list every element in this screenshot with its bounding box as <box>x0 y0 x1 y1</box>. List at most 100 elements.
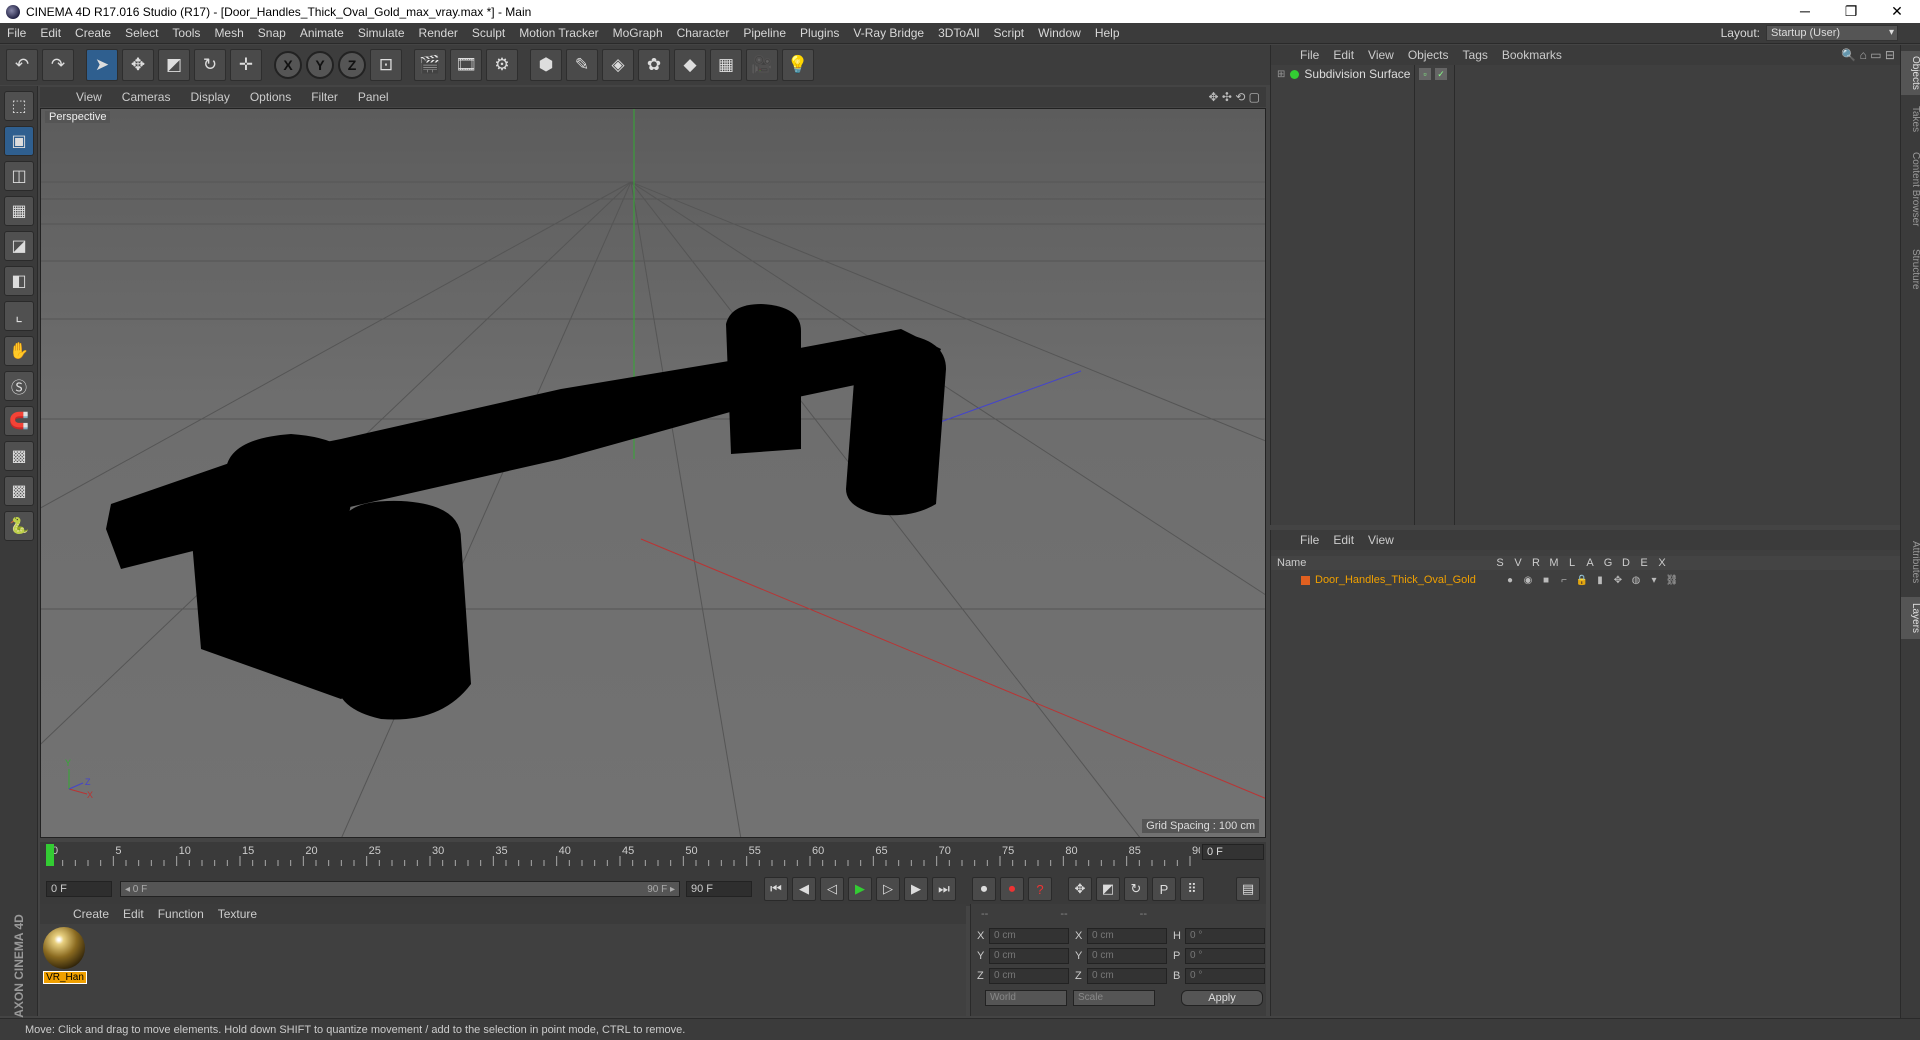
python-icon[interactable]: 🐍 <box>4 511 34 541</box>
locked-workplane-icon[interactable]: ▩ <box>4 441 34 471</box>
layer-deformers-icon[interactable]: ◍ <box>1627 575 1645 586</box>
viewport-camera-label[interactable]: Perspective <box>45 111 111 123</box>
menu-vray-bridge[interactable]: V-Ray Bridge <box>846 23 931 44</box>
menu-edit[interactable]: Edit <box>33 23 68 44</box>
viewport-menu-cameras[interactable]: Cameras <box>112 90 181 104</box>
material-menu-create[interactable]: Create <box>66 907 116 921</box>
rotation-b-field[interactable]: 0 ° <box>1185 968 1265 984</box>
size-x-field[interactable]: 0 cm <box>1087 928 1167 944</box>
last-tool-icon[interactable]: ✛ <box>230 49 262 81</box>
rotation-p-field[interactable]: 0 ° <box>1185 948 1265 964</box>
visibility-toggle-icon[interactable]: ▫ <box>1419 68 1431 80</box>
pen-spline-icon[interactable]: ✎ <box>566 49 598 81</box>
objects-menu-file[interactable]: File <box>1293 48 1326 62</box>
objects-menu-tags[interactable]: Tags <box>1456 48 1495 62</box>
go-to-end-icon[interactable]: ⏭ <box>932 877 956 901</box>
start-frame-field[interactable]: 0 F <box>46 881 112 897</box>
menu-window[interactable]: Window <box>1031 23 1088 44</box>
coordinate-system-dropdown[interactable]: World <box>985 990 1067 1006</box>
position-key-icon[interactable]: ✥ <box>1068 877 1092 901</box>
menu-sculpt[interactable]: Sculpt <box>465 23 512 44</box>
position-y-field[interactable]: 0 cm <box>989 948 1069 964</box>
solo-icon[interactable]: Ⓢ <box>4 371 34 401</box>
object-manager-toolbar-icons[interactable]: 🔍 ⌂ ▭ ⊟ <box>1841 48 1901 62</box>
menu-snap[interactable]: Snap <box>251 23 293 44</box>
point-level-animation-icon[interactable]: ⠿ <box>1180 877 1204 901</box>
next-frame-icon[interactable]: ▷ <box>876 877 900 901</box>
menu-pipeline[interactable]: Pipeline <box>736 23 793 44</box>
viewport-navigation-icons[interactable]: ✥ ✣ ⟲ ▢ <box>1208 90 1266 104</box>
points-mode-icon[interactable]: ◪ <box>4 231 34 261</box>
menu-3dtoall[interactable]: 3DToAll <box>931 23 986 44</box>
floor-icon[interactable]: ▦ <box>710 49 742 81</box>
viewport-menu-view[interactable]: View <box>66 90 112 104</box>
layer-color-swatch[interactable] <box>1301 575 1310 585</box>
scale-icon[interactable]: ◩ <box>158 49 190 81</box>
next-key-icon[interactable]: ▶ <box>904 877 928 901</box>
render-view-icon[interactable]: 🎬 <box>414 49 446 81</box>
timeline-window-icon[interactable]: ▤ <box>1236 877 1260 901</box>
autokeying-icon[interactable]: ⏺ <box>1000 877 1024 901</box>
end-frame-field[interactable]: 90 F <box>686 881 752 897</box>
snap-icon[interactable]: 🧲 <box>4 406 34 436</box>
apply-button[interactable]: Apply <box>1181 990 1263 1006</box>
menu-simulate[interactable]: Simulate <box>351 23 412 44</box>
frame-range-slider[interactable]: ◂ 0 F 90 F ▸ <box>120 881 680 897</box>
rotation-h-field[interactable]: 0 ° <box>1185 928 1265 944</box>
render-picture-viewer-icon[interactable]: 🎞 <box>450 49 482 81</box>
undo-icon[interactable]: ↶ <box>6 49 38 81</box>
objects-menu-edit[interactable]: Edit <box>1326 48 1361 62</box>
go-to-start-icon[interactable]: ⏮ <box>764 877 788 901</box>
live-selection-icon[interactable]: ➤ <box>86 49 118 81</box>
cube-icon[interactable]: ⬢ <box>530 49 562 81</box>
layers-menu-file[interactable]: File <box>1293 533 1326 547</box>
size-mode-dropdown[interactable]: Scale <box>1073 990 1155 1006</box>
layers-menu-edit[interactable]: Edit <box>1326 533 1361 547</box>
position-x-field[interactable]: 0 cm <box>989 928 1069 944</box>
layout-dropdown[interactable]: Startup (User) <box>1766 25 1898 41</box>
tab-objects[interactable]: Objects <box>1901 51 1920 95</box>
polygons-mode-icon[interactable]: ⌞ <box>4 301 34 331</box>
tab-attributes[interactable]: Attributes <box>1901 531 1920 593</box>
y-axis-lock-icon[interactable]: Y <box>306 51 334 79</box>
layer-manager-icon[interactable]: ⌐ <box>1555 575 1573 586</box>
rotation-key-icon[interactable]: ↻ <box>1124 877 1148 901</box>
planar-workplane-icon[interactable]: ▩ <box>4 476 34 506</box>
make-editable-icon[interactable]: ⬚ <box>4 91 34 121</box>
record-active-objects-icon[interactable]: ⏺ <box>972 877 996 901</box>
layers-menu-view[interactable]: View <box>1361 533 1401 547</box>
material-menu-function[interactable]: Function <box>151 907 211 921</box>
tab-structure[interactable]: Structure <box>1901 241 1920 297</box>
menu-mograph[interactable]: MoGraph <box>606 23 670 44</box>
render-settings-icon[interactable]: ⚙ <box>486 49 518 81</box>
viewport-menu-display[interactable]: Display <box>180 90 239 104</box>
scale-key-icon[interactable]: ◩ <box>1096 877 1120 901</box>
object-row-subdivision-surface[interactable]: ⊞ Subdivision Surface <box>1277 67 1410 81</box>
parameter-key-icon[interactable]: P <box>1152 877 1176 901</box>
layer-view-icon[interactable]: ◉ <box>1519 575 1537 586</box>
tab-takes[interactable]: Takes <box>1901 101 1920 137</box>
tab-content-browser[interactable]: Content Browser <box>1901 143 1920 235</box>
material-menu-texture[interactable]: Texture <box>211 907 264 921</box>
layer-render-icon[interactable]: ■ <box>1537 575 1555 586</box>
model-mode-icon[interactable]: ▣ <box>4 126 34 156</box>
viewport-menu-filter[interactable]: Filter <box>301 90 348 104</box>
rotate-icon[interactable]: ↻ <box>194 49 226 81</box>
objects-menu-view[interactable]: View <box>1361 48 1401 62</box>
material-menu-edit[interactable]: Edit <box>116 907 151 921</box>
objects-menu-objects[interactable]: Objects <box>1401 48 1456 62</box>
size-y-field[interactable]: 0 cm <box>1087 948 1167 964</box>
layer-xref-icon[interactable]: ⛓ <box>1663 575 1681 586</box>
deformer-icon[interactable]: ◆ <box>674 49 706 81</box>
objects-menu-bookmarks[interactable]: Bookmarks <box>1495 48 1569 62</box>
menu-motion-tracker[interactable]: Motion Tracker <box>512 23 605 44</box>
layer-generators-icon[interactable]: ✥ <box>1609 575 1627 586</box>
light-icon[interactable]: 💡 <box>782 49 814 81</box>
coordinate-system-icon[interactable]: ⊡ <box>370 49 402 81</box>
redo-icon[interactable]: ↷ <box>42 49 74 81</box>
play-icon[interactable]: ▶ <box>848 877 872 901</box>
timeline-ruler[interactable]: 051015202530354045505560657075808590 0 F <box>40 842 1266 872</box>
menu-plugins[interactable]: Plugins <box>793 23 846 44</box>
layer-row[interactable]: Door_Handles_Thick_Oval_Gold ● ◉ ■ ⌐ 🔒 ▮… <box>1271 572 1901 588</box>
material-vr-han[interactable]: VR_Han <box>43 927 87 985</box>
